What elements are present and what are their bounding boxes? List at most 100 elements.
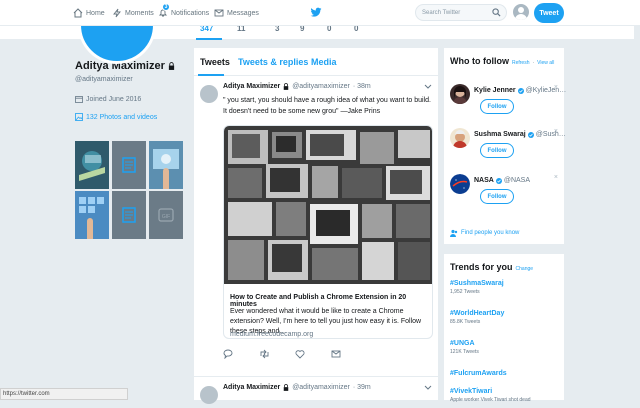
trend-name[interactable]: #FulcrumAwards [450,370,562,377]
trend-name[interactable]: #VivekTiwari [450,388,562,395]
card-image-tvs [224,126,432,284]
trend-name[interactable]: #UNGA [450,340,562,347]
document-icon [112,191,146,239]
heart-icon[interactable] [295,349,305,359]
tweet-author-handle[interactable]: @adityamaximizer [292,83,350,90]
chevron-down-icon[interactable] [424,82,432,90]
nav-moments-label: Moments [125,9,154,17]
follow-handle[interactable]: @NASA [504,177,530,184]
verified-badge-icon [495,177,502,184]
media-tile[interactable] [149,141,183,189]
search-placeholder: Search Twitter [422,9,461,16]
separator-dot: · [532,60,535,66]
follow-name[interactable]: Sushma Swaraj [474,131,526,138]
follow-name[interactable]: NASA [474,177,494,184]
who-to-follow-refresh[interactable]: Refresh [512,60,530,66]
nav-notifications[interactable]: 3 Notifications [158,0,209,26]
tweet-author-name[interactable]: Aditya Maximizer [223,83,280,90]
dismiss-icon[interactable]: × [554,174,558,181]
trend-count: 1,952 Tweets [450,289,480,295]
page-scrollbar[interactable] [634,26,640,400]
follow-button[interactable]: Follow [480,99,514,114]
trend-item[interactable]: #WorldHeartDay 85.8K Tweets [450,310,562,325]
tweet-header: Aditya Maximizer @adityamaximizer · 39m [223,384,371,391]
tweet-author-handle[interactable]: @adityamaximizer [292,384,350,391]
tab-media[interactable]: Media [311,57,337,67]
tweet-button[interactable]: Tweet [534,3,564,23]
tweet-avatar[interactable] [200,85,218,103]
follow-suggestion: Sushma Swaraj @Sush… × Follow [450,128,566,172]
tweet[interactable]: Aditya Maximizer @adityamaximizer · 38m … [194,77,438,377]
tweet-header: Aditya Maximizer @adityamaximizer · 38m [223,83,371,90]
trend-item[interactable]: #FulcrumAwards [450,370,562,377]
account-avatar[interactable] [513,4,529,20]
follow-handle[interactable]: @Sush… [536,131,566,138]
dismiss-icon[interactable]: × [554,84,558,91]
profile-handle[interactable]: @adityamaximizer [75,76,185,83]
lock-icon [283,83,289,90]
follow-button[interactable]: Follow [480,189,514,204]
search-icon[interactable] [492,8,501,17]
media-tile[interactable] [75,141,109,189]
envelope-icon [214,9,224,17]
follow-name[interactable]: Kylie Jenner [474,87,516,94]
trend-name[interactable]: #SushmaSwaraj [450,280,562,287]
tweet-time[interactable]: · 38m [353,83,371,90]
follow-avatar[interactable] [450,174,470,194]
home-icon [73,8,83,18]
lightning-icon [113,8,121,18]
media-tile[interactable] [112,191,146,239]
nav-messages[interactable]: Messages [214,0,259,26]
nav-messages-label: Messages [227,9,259,17]
nav-home-label: Home [86,9,105,17]
envelope-icon[interactable] [331,349,341,359]
follow-name-row: NASA @NASA [474,177,530,184]
who-to-follow-header: Who to follow Refresh · View all [444,48,564,66]
tweet-text: " you start, you should have a rough ide… [223,97,431,115]
find-people-link[interactable]: Find people you know [450,229,519,237]
retweet-icon[interactable] [259,349,270,359]
photos-videos-link[interactable]: 132 Photos and videos [75,113,185,121]
card-title[interactable]: How to Create and Publish a Chrome Exten… [230,294,432,308]
trends-header: Trends for you Change [444,254,564,272]
tab-tweets-replies[interactable]: Tweets & replies [238,57,308,67]
who-to-follow-view-all[interactable]: View all [537,60,554,66]
trend-item[interactable]: #VivekTiwari Apple worker Vivek Tiwari s… [450,388,562,403]
who-to-follow-panel: Who to follow Refresh · View all Kylie J… [444,48,567,244]
default-avatar-icon [515,7,527,20]
trends-change[interactable]: Change [516,266,534,272]
tab-tweets[interactable]: Tweets [200,57,230,67]
nasa-logo-icon [450,174,470,194]
person-photo-icon [450,84,470,104]
follow-suggestion: NASA @NASA × Follow [450,174,562,218]
media-tile[interactable] [112,141,146,189]
tweet-time[interactable]: · 39m [353,384,371,391]
follow-avatar[interactable] [450,84,470,104]
follow-name-row: Sushma Swaraj @Sush… [474,131,566,138]
twitter-bird-logo-icon[interactable] [310,7,322,18]
top-navigation: Home Moments 3 Notifications Messages Se… [0,0,640,26]
tweet[interactable]: Aditya Maximizer @adityamaximizer · 39m [194,378,438,408]
who-to-follow-title: Who to follow [450,56,509,66]
trend-count: 85.8K Tweets [450,319,481,325]
trend-item[interactable]: #UNGA 121K Tweets [450,340,562,355]
follow-handle[interactable]: @KylieJen… [526,87,567,94]
media-tile[interactable]: GIF [149,191,183,239]
nav-home[interactable]: Home [73,0,105,26]
media-tile[interactable] [75,191,109,239]
card-url[interactable]: medium.freecodecamp.org [230,331,313,338]
lock-icon [168,62,174,70]
follow-button[interactable]: Follow [480,143,514,158]
nav-moments[interactable]: Moments [112,0,154,26]
dismiss-icon[interactable]: × [554,128,558,135]
follow-avatar[interactable] [450,128,470,148]
chevron-down-icon[interactable] [424,383,432,391]
link-card[interactable]: How to Create and Publish a Chrome Exten… [223,125,433,339]
reply-icon[interactable] [223,349,233,359]
search-input[interactable]: Search Twitter [415,4,507,21]
trend-name[interactable]: #WorldHeartDay [450,310,562,317]
trend-item[interactable]: #SushmaSwaraj 1,952 Tweets [450,280,562,295]
tweet-avatar[interactable] [200,386,218,404]
tweet-author-name[interactable]: Aditya Maximizer [223,384,280,391]
trend-count: 121K Tweets [450,349,479,355]
